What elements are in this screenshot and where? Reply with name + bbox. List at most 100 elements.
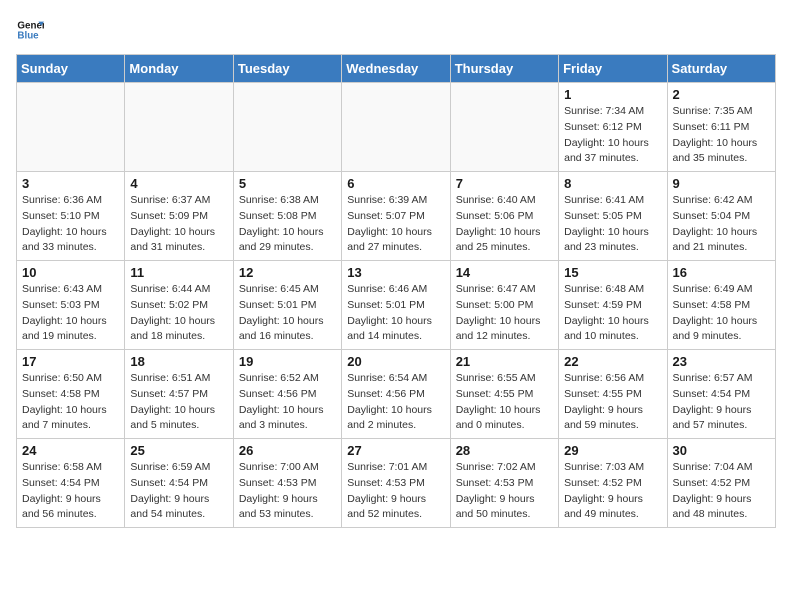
calendar-day-cell: 29 Sunrise: 7:03 AM Sunset: 4:52 PM Dayli… [559,439,667,528]
day-number: 26 [239,443,336,458]
day-number: 30 [673,443,770,458]
day-number: 29 [564,443,661,458]
day-detail: Sunrise: 7:03 AM Sunset: 4:52 PM Dayligh… [564,460,661,523]
day-detail: Sunrise: 6:59 AM Sunset: 4:54 PM Dayligh… [130,460,227,523]
day-detail: Sunrise: 6:55 AM Sunset: 4:55 PM Dayligh… [456,371,553,434]
day-detail: Sunrise: 6:56 AM Sunset: 4:55 PM Dayligh… [564,371,661,434]
day-detail: Sunrise: 6:46 AM Sunset: 5:01 PM Dayligh… [347,282,444,345]
calendar-day-cell: 11 Sunrise: 6:44 AM Sunset: 5:02 PM Dayli… [125,261,233,350]
calendar-day-cell [17,83,125,172]
day-detail: Sunrise: 6:36 AM Sunset: 5:10 PM Dayligh… [22,193,119,256]
calendar-day-cell: 4 Sunrise: 6:37 AM Sunset: 5:09 PM Daylig… [125,172,233,261]
calendar-day-cell: 18 Sunrise: 6:51 AM Sunset: 4:57 PM Dayli… [125,350,233,439]
day-number: 2 [673,87,770,102]
calendar-day-cell: 9Sunrise: 6:42 AM Sunset: 5:04 PM Daylig… [667,172,775,261]
day-number: 15 [564,265,661,280]
day-detail: Sunrise: 6:58 AM Sunset: 4:54 PM Dayligh… [22,460,119,523]
day-number: 11 [130,265,227,280]
day-detail: Sunrise: 6:50 AM Sunset: 4:58 PM Dayligh… [22,371,119,434]
calendar-day-cell: 23Sunrise: 6:57 AM Sunset: 4:54 PM Dayli… [667,350,775,439]
day-detail: Sunrise: 6:45 AM Sunset: 5:01 PM Dayligh… [239,282,336,345]
calendar-day-cell: 21 Sunrise: 6:55 AM Sunset: 4:55 PM Dayli… [450,350,558,439]
day-number: 17 [22,354,119,369]
calendar-day-cell: 25 Sunrise: 6:59 AM Sunset: 4:54 PM Dayli… [125,439,233,528]
calendar-day-cell: 27 Sunrise: 7:01 AM Sunset: 4:53 PM Dayli… [342,439,450,528]
day-number: 12 [239,265,336,280]
weekday-header: Friday [559,55,667,83]
weekday-header: Saturday [667,55,775,83]
day-detail: Sunrise: 6:47 AM Sunset: 5:00 PM Dayligh… [456,282,553,345]
day-number: 13 [347,265,444,280]
day-number: 3 [22,176,119,191]
calendar-day-cell: 7Sunrise: 6:40 AM Sunset: 5:06 PM Daylig… [450,172,558,261]
calendar-day-cell [233,83,341,172]
calendar-day-cell: 24Sunrise: 6:58 AM Sunset: 4:54 PM Dayli… [17,439,125,528]
calendar-day-cell: 8 Sunrise: 6:41 AM Sunset: 5:05 PM Daylig… [559,172,667,261]
calendar-day-cell: 14 Sunrise: 6:47 AM Sunset: 5:00 PM Dayli… [450,261,558,350]
day-number: 22 [564,354,661,369]
calendar-day-cell: 12 Sunrise: 6:45 AM Sunset: 5:01 PM Dayli… [233,261,341,350]
day-number: 5 [239,176,336,191]
weekday-header: Monday [125,55,233,83]
calendar-header-row: SundayMondayTuesdayWednesdayThursdayFrid… [17,55,776,83]
day-detail: Sunrise: 6:52 AM Sunset: 4:56 PM Dayligh… [239,371,336,434]
logo-icon: General Blue [16,16,44,44]
day-detail: Sunrise: 6:51 AM Sunset: 4:57 PM Dayligh… [130,371,227,434]
svg-text:Blue: Blue [17,30,39,41]
day-number: 28 [456,443,553,458]
calendar-day-cell: 5 Sunrise: 6:38 AM Sunset: 5:08 PM Daylig… [233,172,341,261]
day-detail: Sunrise: 6:57 AM Sunset: 4:54 PM Dayligh… [673,371,770,434]
calendar-day-cell: 15 Sunrise: 6:48 AM Sunset: 4:59 PM Dayli… [559,261,667,350]
day-number: 4 [130,176,227,191]
day-detail: Sunrise: 6:48 AM Sunset: 4:59 PM Dayligh… [564,282,661,345]
day-number: 18 [130,354,227,369]
day-detail: Sunrise: 7:01 AM Sunset: 4:53 PM Dayligh… [347,460,444,523]
day-number: 16 [673,265,770,280]
day-detail: Sunrise: 6:43 AM Sunset: 5:03 PM Dayligh… [22,282,119,345]
day-detail: Sunrise: 6:49 AM Sunset: 4:58 PM Dayligh… [673,282,770,345]
day-number: 8 [564,176,661,191]
day-number: 14 [456,265,553,280]
day-detail: Sunrise: 7:35 AM Sunset: 6:11 PM Dayligh… [673,104,770,167]
weekday-header: Thursday [450,55,558,83]
calendar-week-row: 10 Sunrise: 6:43 AM Sunset: 5:03 PM Dayli… [17,261,776,350]
day-number: 27 [347,443,444,458]
calendar-day-cell: 13 Sunrise: 6:46 AM Sunset: 5:01 PM Dayli… [342,261,450,350]
day-detail: Sunrise: 7:02 AM Sunset: 4:53 PM Dayligh… [456,460,553,523]
weekday-header: Sunday [17,55,125,83]
day-detail: Sunrise: 7:00 AM Sunset: 4:53 PM Dayligh… [239,460,336,523]
calendar-week-row: 1 Sunrise: 7:34 AM Sunset: 6:12 PM Daylig… [17,83,776,172]
day-detail: Sunrise: 7:34 AM Sunset: 6:12 PM Dayligh… [564,104,661,167]
calendar-week-row: 24Sunrise: 6:58 AM Sunset: 4:54 PM Dayli… [17,439,776,528]
day-detail: Sunrise: 6:39 AM Sunset: 5:07 PM Dayligh… [347,193,444,256]
calendar-day-cell: 3 Sunrise: 6:36 AM Sunset: 5:10 PM Daylig… [17,172,125,261]
calendar-day-cell: 16 Sunrise: 6:49 AM Sunset: 4:58 PM Dayli… [667,261,775,350]
weekday-header: Tuesday [233,55,341,83]
day-detail: Sunrise: 6:54 AM Sunset: 4:56 PM Dayligh… [347,371,444,434]
day-detail: Sunrise: 6:37 AM Sunset: 5:09 PM Dayligh… [130,193,227,256]
weekday-header: Wednesday [342,55,450,83]
day-detail: Sunrise: 6:44 AM Sunset: 5:02 PM Dayligh… [130,282,227,345]
day-number: 1 [564,87,661,102]
calendar-day-cell: 1 Sunrise: 7:34 AM Sunset: 6:12 PM Daylig… [559,83,667,172]
calendar-day-cell: 20 Sunrise: 6:54 AM Sunset: 4:56 PM Dayli… [342,350,450,439]
day-number: 20 [347,354,444,369]
calendar-day-cell: 19Sunrise: 6:52 AM Sunset: 4:56 PM Dayli… [233,350,341,439]
day-number: 10 [22,265,119,280]
day-detail: Sunrise: 7:04 AM Sunset: 4:52 PM Dayligh… [673,460,770,523]
day-number: 25 [130,443,227,458]
calendar-day-cell: 28 Sunrise: 7:02 AM Sunset: 4:53 PM Dayli… [450,439,558,528]
calendar-week-row: 17 Sunrise: 6:50 AM Sunset: 4:58 PM Dayli… [17,350,776,439]
calendar-day-cell: 26 Sunrise: 7:00 AM Sunset: 4:53 PM Dayli… [233,439,341,528]
calendar-day-cell: 10 Sunrise: 6:43 AM Sunset: 5:03 PM Dayli… [17,261,125,350]
calendar-day-cell [125,83,233,172]
calendar-day-cell: 30 Sunrise: 7:04 AM Sunset: 4:52 PM Dayli… [667,439,775,528]
calendar-day-cell [450,83,558,172]
calendar-day-cell: 22 Sunrise: 6:56 AM Sunset: 4:55 PM Dayli… [559,350,667,439]
day-detail: Sunrise: 6:41 AM Sunset: 5:05 PM Dayligh… [564,193,661,256]
day-number: 7 [456,176,553,191]
day-number: 21 [456,354,553,369]
calendar-day-cell: 6Sunrise: 6:39 AM Sunset: 5:07 PM Daylig… [342,172,450,261]
day-detail: Sunrise: 6:38 AM Sunset: 5:08 PM Dayligh… [239,193,336,256]
day-number: 9 [673,176,770,191]
